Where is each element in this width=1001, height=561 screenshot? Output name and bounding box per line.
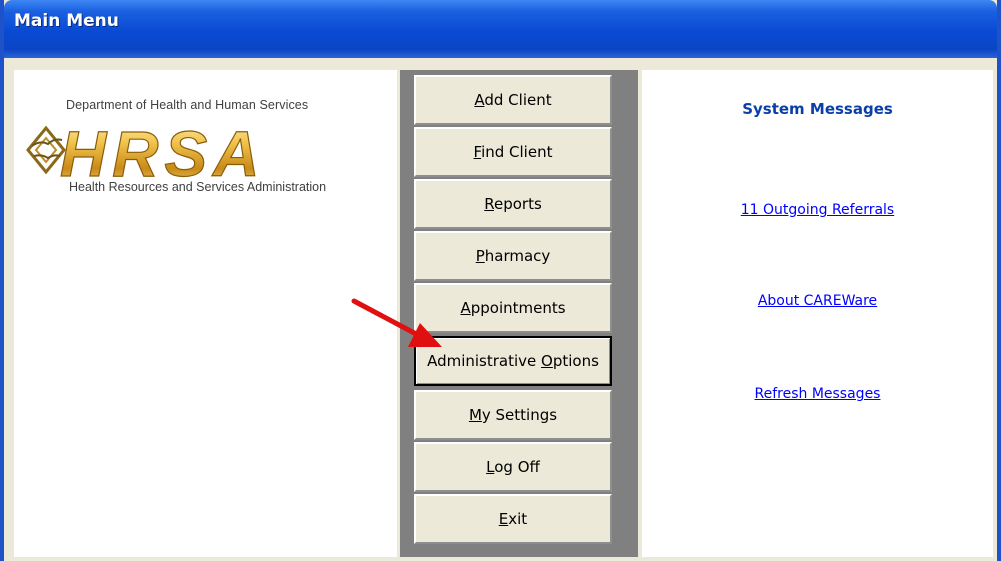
menu-item-label: My Settings (468, 406, 558, 424)
window-title: Main Menu (14, 11, 119, 31)
menu-item-label: Appointments (460, 299, 566, 317)
hhs-eagle-emblem-icon (26, 125, 66, 175)
menu-item-label: Reports (484, 195, 542, 213)
menu-item-label: Log Off (486, 458, 540, 476)
logo-panel: Department of Health and Human Services (14, 70, 397, 557)
refresh-messages-link[interactable]: Refresh Messages (642, 386, 993, 402)
my-settings-button[interactable]: My Settings (414, 390, 612, 440)
menu-item-label: Add Client (474, 91, 552, 109)
title-bar[interactable]: Main Menu (4, 0, 997, 58)
system-messages-panel: System Messages 11 Outgoing Referrals Ab… (642, 70, 993, 557)
log-off-button[interactable]: Log Off (414, 442, 612, 492)
about-careware-link[interactable]: About CAREWare (642, 293, 993, 309)
system-messages-title: System Messages (742, 100, 893, 118)
administration-text: Health Resources and Services Administra… (69, 180, 327, 194)
add-client-button[interactable]: Add Client (414, 75, 612, 125)
reports-button[interactable]: Reports (414, 179, 612, 229)
hrsa-logo: HRSA (26, 117, 260, 190)
client-area: Department of Health and Human Services (14, 70, 993, 557)
find-client-button[interactable]: Find Client (414, 127, 612, 177)
menu-item-label: Pharmacy (475, 247, 551, 265)
main-menu-window: Main Menu Department of Health and Human… (0, 0, 1001, 561)
pharmacy-button[interactable]: Pharmacy (414, 231, 612, 281)
menu-item-label: Find Client (473, 143, 553, 161)
menu-item-label: Administrative Options (427, 352, 599, 370)
exit-button[interactable]: Exit (414, 494, 612, 544)
red-arrow-icon (351, 298, 442, 347)
outgoing-referrals-link[interactable]: 11 Outgoing Referrals (642, 202, 993, 218)
menu-item-label: Exit (498, 510, 528, 528)
